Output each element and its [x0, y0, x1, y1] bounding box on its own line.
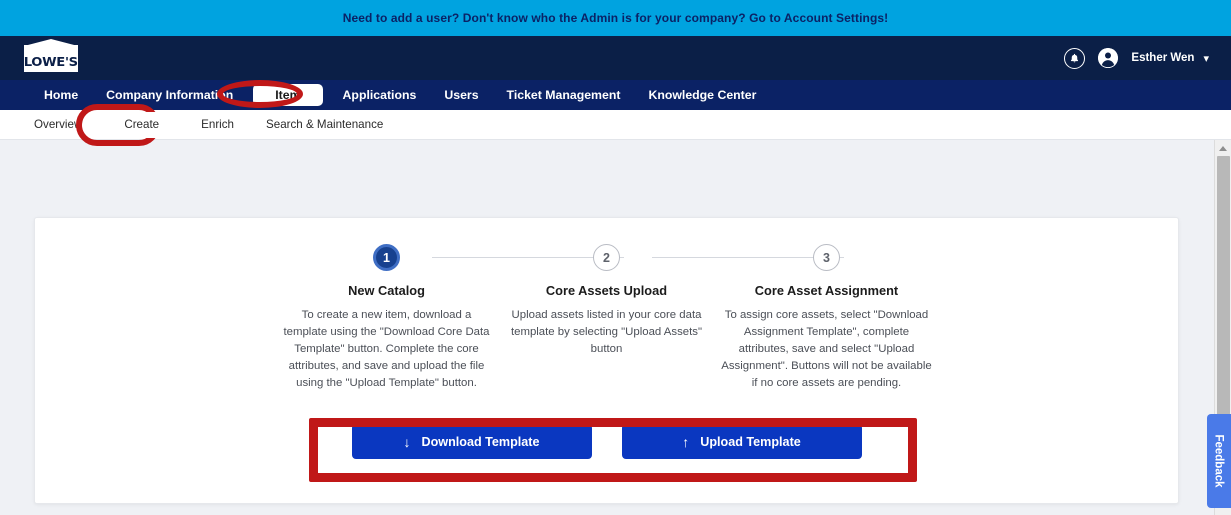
nav-item-ticket-management[interactable]: Ticket Management [493, 80, 635, 110]
user-avatar-icon [1098, 48, 1119, 68]
step-1-number: 1 [373, 244, 400, 271]
download-template-label: Download Template [421, 434, 540, 449]
nav-item-item[interactable]: Item [253, 84, 323, 106]
page-body: 1 New Catalog To create a new item, down… [0, 140, 1231, 515]
triangle-up-icon [1219, 145, 1227, 151]
step-2-number: 2 [593, 244, 620, 271]
upload-template-button[interactable]: ↑ Upload Template [621, 424, 862, 459]
avatar[interactable] [1098, 48, 1119, 68]
secondary-navigation: Overview Create Enrich Search & Maintena… [0, 110, 1231, 140]
stepper: 1 New Catalog To create a new item, down… [35, 244, 1178, 392]
step-1-title: New Catalog [348, 283, 425, 298]
scrollbar-up-button[interactable] [1215, 140, 1231, 156]
bell-icon [1071, 53, 1079, 62]
card-actions: ↓ Download Template ↑ Upload Template [35, 424, 1178, 459]
step-2-title: Core Assets Upload [545, 283, 668, 298]
subnav-item-enrich[interactable]: Enrich [185, 110, 250, 140]
primary-navigation: Home Company Information Item Applicatio… [0, 80, 1231, 110]
scrollbar-thumb[interactable] [1217, 156, 1230, 432]
announcement-text[interactable]: Need to add a user? Don't know who the A… [343, 11, 889, 25]
nav-item-home[interactable]: Home [30, 80, 92, 110]
notifications-button[interactable] [1064, 47, 1086, 69]
nav-item-company-information[interactable]: Company Information [92, 80, 247, 110]
create-item-card: 1 New Catalog To create a new item, down… [34, 217, 1179, 504]
subnav-item-create[interactable]: Create [98, 111, 186, 138]
upload-template-label: Upload Template [700, 434, 801, 449]
subnav-item-search-maintenance[interactable]: Search & Maintenance [250, 110, 399, 140]
arrow-down-icon: ↓ [403, 433, 411, 450]
nav-item-users[interactable]: Users [430, 80, 492, 110]
nav-item-knowledge-center[interactable]: Knowledge Center [634, 80, 770, 110]
step-core-asset-assignment[interactable]: 3 Core Asset Assignment To assign core a… [717, 244, 937, 392]
download-template-button[interactable]: ↓ Download Template [351, 424, 592, 459]
step-2-description: Upload assets listed in your core data t… [510, 309, 703, 355]
chevron-down-icon[interactable]: ▾ [1203, 52, 1209, 65]
lowes-logo-text: LOWE'S [23, 53, 79, 69]
step-3-number: 3 [813, 244, 840, 271]
step-new-catalog[interactable]: 1 New Catalog To create a new item, down… [277, 244, 497, 392]
user-name-label[interactable]: Esther Wen [1131, 52, 1194, 64]
lowes-logo[interactable]: LOWE'S [23, 38, 79, 72]
feedback-label: Feedback [1213, 434, 1225, 488]
step-3-description: To assign core assets, select "Download … [721, 309, 932, 389]
step-1-description: To create a new item, download a templat… [283, 309, 490, 389]
announcement-banner: Need to add a user? Don't know who the A… [0, 0, 1231, 36]
step-core-assets-upload[interactable]: 2 Core Assets Upload Upload assets liste… [497, 244, 717, 392]
arrow-up-icon: ↑ [682, 433, 690, 450]
header-actions: Esther Wen ▾ [1064, 47, 1209, 69]
step-3-title: Core Asset Assignment [754, 283, 899, 298]
subnav-item-overview[interactable]: Overview [18, 110, 98, 140]
nav-item-applications[interactable]: Applications [329, 80, 431, 110]
feedback-tab[interactable]: Feedback [1207, 414, 1231, 508]
app-header: LOWE'S Esther Wen ▾ [0, 36, 1231, 80]
